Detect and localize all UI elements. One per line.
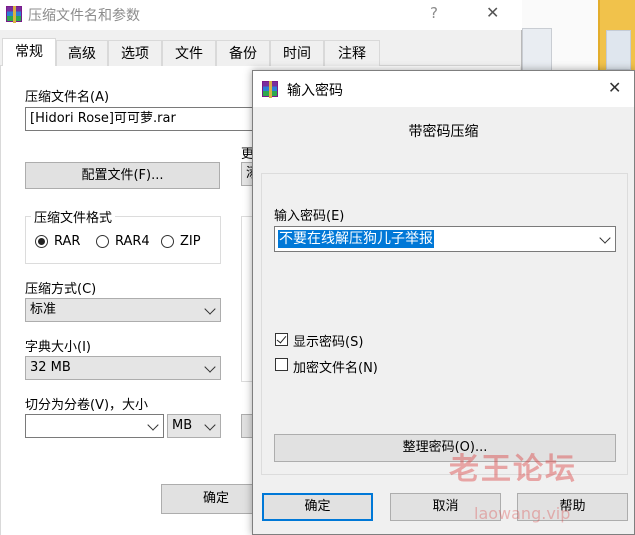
tab-files[interactable]: 文件 [162, 40, 216, 67]
close-icon[interactable]: ✕ [608, 78, 621, 97]
tab-advanced[interactable]: 高级 [56, 40, 108, 67]
tab-comment[interactable]: 注释 [324, 40, 380, 67]
split-unit-select[interactable]: MB [167, 414, 221, 438]
format-zip-label: ZIP [180, 234, 201, 249]
tab-time[interactable]: 时间 [270, 40, 324, 67]
chevron-down-icon [599, 232, 611, 244]
encrypt-filenames-checkbox[interactable] [275, 358, 288, 371]
format-rar4-label: RAR4 [115, 234, 150, 249]
close-icon[interactable]: ✕ [486, 3, 499, 22]
dictionary-size-value: 32 MB [30, 360, 71, 375]
archive-name-label: 压缩文件名(A) [25, 90, 110, 105]
chevron-down-icon [204, 419, 216, 431]
tab-general[interactable]: 常规 [2, 38, 56, 67]
format-zip-radio[interactable] [161, 235, 174, 248]
password-text: 不要在线解压狗儿子举报 [278, 230, 434, 248]
enter-password-dialog: 输入密码 ✕ 带密码压缩 输入密码(E) 不要在线解压狗儿子举报 显示密码(S)… [252, 70, 635, 535]
compression-method-label: 压缩方式(C) [25, 282, 97, 297]
format-rar-radio[interactable] [35, 235, 48, 248]
show-password-label: 显示密码(S) [293, 335, 364, 350]
chevron-down-icon [147, 419, 159, 431]
dialog-titlebar: 输入密码 ✕ [253, 71, 634, 107]
profiles-button[interactable]: 配置文件(F)... [25, 162, 220, 189]
chevron-down-icon [204, 361, 216, 373]
window-titlebar: 压缩文件名和参数 ? ✕ [0, 0, 522, 30]
encrypt-filenames-label: 加密文件名(N) [293, 361, 378, 376]
enter-password-label: 输入密码(E) [274, 209, 345, 224]
winrar-app-icon [262, 81, 278, 98]
watermark-url: laowang.vip [474, 504, 571, 523]
password-input[interactable]: 不要在线解压狗儿子举报 [274, 226, 616, 252]
background-thumbnail [522, 28, 552, 72]
watermark-text: 老王论坛 [449, 452, 577, 487]
split-size-combo[interactable] [25, 414, 164, 438]
archive-format-label: 压缩文件格式 [31, 207, 116, 226]
format-rar-label: RAR [54, 234, 81, 249]
compression-method-select[interactable]: 标准 [25, 298, 221, 322]
split-volumes-label: 切分为分卷(V)，大小 [25, 398, 149, 413]
format-rar4-radio[interactable] [96, 235, 109, 248]
dialog-ok-button[interactable]: 确定 [262, 493, 373, 521]
dictionary-size-select[interactable]: 32 MB [25, 356, 221, 380]
tab-backup[interactable]: 备份 [216, 40, 270, 67]
dictionary-size-label: 字典大小(I) [25, 340, 91, 355]
dialog-title: 输入密码 [287, 83, 343, 99]
chevron-down-icon [204, 303, 216, 315]
show-password-checkbox[interactable] [275, 333, 288, 346]
background-thumbnail [606, 30, 631, 70]
help-icon[interactable]: ? [430, 4, 438, 22]
tab-options[interactable]: 选项 [108, 40, 162, 67]
window-title: 压缩文件名和参数 [28, 8, 140, 24]
compression-method-value: 标准 [30, 302, 57, 317]
winrar-app-icon [6, 6, 22, 23]
split-unit-value: MB [172, 418, 193, 433]
dialog-heading: 带密码压缩 [408, 124, 479, 140]
archive-name-input[interactable]: [Hidori Rose]可可萝.rar [25, 107, 265, 131]
